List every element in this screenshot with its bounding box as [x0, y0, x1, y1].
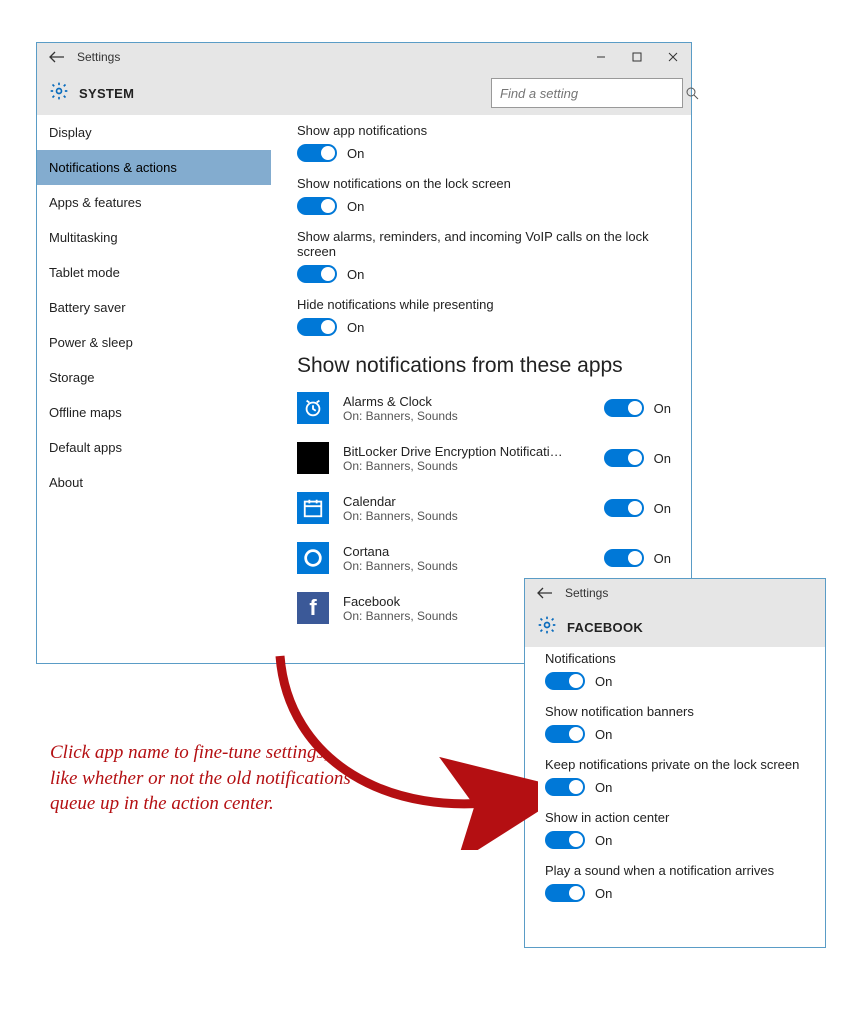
setting-row: Show notifications on the lock screen On — [297, 176, 671, 215]
cortana-icon — [297, 542, 329, 574]
toggle-switch[interactable] — [545, 831, 585, 849]
titlebar-title: Settings — [565, 586, 608, 600]
sidebar-item[interactable]: Tablet mode — [37, 255, 271, 290]
app-row[interactable]: Calendar On: Banners, Sounds On — [297, 492, 671, 524]
toggle-state: On — [347, 146, 364, 161]
setting-label: Keep notifications private on the lock s… — [545, 757, 805, 772]
app-subtitle: On: Banners, Sounds — [343, 559, 590, 573]
header-bar: FACEBOOK — [525, 607, 825, 647]
bitlocker-icon — [297, 442, 329, 474]
toggle-switch[interactable] — [604, 549, 644, 567]
toggle-state: On — [347, 320, 364, 335]
toggle-state: On — [654, 501, 671, 516]
page-title: SYSTEM — [79, 86, 481, 101]
sidebar-item[interactable]: Default apps — [37, 430, 271, 465]
toggle-state: On — [595, 886, 612, 901]
settings-window-detail: Settings FACEBOOK Notifications On Show … — [524, 578, 826, 948]
close-button[interactable] — [655, 43, 691, 71]
setting-label: Show notifications on the lock screen — [297, 176, 671, 191]
alarms-icon — [297, 392, 329, 424]
sidebar-item[interactable]: Offline maps — [37, 395, 271, 430]
sidebar-item[interactable]: Power & sleep — [37, 325, 271, 360]
app-row[interactable]: Cortana On: Banners, Sounds On — [297, 542, 671, 574]
toggle-switch[interactable] — [545, 884, 585, 902]
app-name: Alarms & Clock — [343, 394, 563, 409]
app-subtitle: On: Banners, Sounds — [343, 509, 590, 523]
app-subtitle: On: Banners, Sounds — [343, 409, 590, 423]
titlebar: Settings — [525, 579, 825, 607]
setting-row: Play a sound when a notification arrives… — [545, 863, 805, 902]
toggle-switch[interactable] — [297, 197, 337, 215]
toggle-state: On — [347, 199, 364, 214]
toggle-switch[interactable] — [604, 499, 644, 517]
toggle-switch[interactable] — [604, 449, 644, 467]
sidebar-item[interactable]: Display — [37, 115, 271, 150]
app-subtitle: On: Banners, Sounds — [343, 459, 590, 473]
annotation-text: Click app name to fine-tune settings, li… — [50, 740, 360, 817]
gear-icon — [49, 81, 69, 106]
titlebar: Settings — [37, 43, 691, 71]
toggle-state: On — [347, 267, 364, 282]
toggle-state: On — [595, 833, 612, 848]
maximize-button[interactable] — [619, 43, 655, 71]
toggle-state: On — [595, 727, 612, 742]
settings-window-main: Settings SYSTEM DisplayNotifications & — [36, 42, 692, 664]
toggle-state: On — [654, 401, 671, 416]
app-name: Cortana — [343, 544, 563, 559]
toggle-state: On — [595, 674, 612, 689]
gear-icon — [537, 615, 557, 640]
app-name: Calendar — [343, 494, 563, 509]
search-box[interactable] — [491, 78, 683, 108]
setting-row: Show in action center On — [545, 810, 805, 849]
sidebar: DisplayNotifications & actionsApps & fea… — [37, 115, 271, 663]
toggle-state: On — [595, 780, 612, 795]
section-title: Show notifications from these apps — [297, 354, 671, 378]
page-title: FACEBOOK — [567, 620, 817, 635]
toggle-switch[interactable] — [297, 144, 337, 162]
setting-row: Hide notifications while presenting On — [297, 297, 671, 336]
sidebar-item[interactable]: Storage — [37, 360, 271, 395]
back-button[interactable] — [525, 579, 565, 607]
sidebar-item[interactable]: About — [37, 465, 271, 500]
setting-label: Show app notifications — [297, 123, 671, 138]
app-row[interactable]: Alarms & Clock On: Banners, Sounds On — [297, 392, 671, 424]
setting-label: Hide notifications while presenting — [297, 297, 671, 312]
sidebar-item[interactable]: Apps & features — [37, 185, 271, 220]
toggle-switch[interactable] — [297, 265, 337, 283]
calendar-icon — [297, 492, 329, 524]
setting-row: Keep notifications private on the lock s… — [545, 757, 805, 796]
header-bar: SYSTEM — [37, 71, 691, 115]
search-input[interactable] — [492, 86, 686, 101]
minimize-button[interactable] — [583, 43, 619, 71]
setting-label: Show notification banners — [545, 704, 805, 719]
titlebar-title: Settings — [77, 50, 120, 64]
facebook-icon: f — [297, 592, 329, 624]
toggle-switch[interactable] — [604, 399, 644, 417]
sidebar-item[interactable]: Multitasking — [37, 220, 271, 255]
setting-row: Show alarms, reminders, and incoming VoI… — [297, 229, 671, 283]
sidebar-item[interactable]: Notifications & actions — [37, 150, 271, 185]
setting-label: Play a sound when a notification arrives — [545, 863, 805, 878]
setting-label: Show alarms, reminders, and incoming VoI… — [297, 229, 671, 259]
setting-row: Notifications On — [545, 651, 805, 690]
app-name: BitLocker Drive Encryption Notification … — [343, 444, 563, 459]
toggle-switch[interactable] — [545, 672, 585, 690]
app-row[interactable]: BitLocker Drive Encryption Notification … — [297, 442, 671, 474]
setting-label: Notifications — [545, 651, 805, 666]
back-button[interactable] — [37, 43, 77, 71]
toggle-state: On — [654, 551, 671, 566]
toggle-state: On — [654, 451, 671, 466]
toggle-switch[interactable] — [545, 778, 585, 796]
setting-row: Show app notifications On — [297, 123, 671, 162]
toggle-switch[interactable] — [297, 318, 337, 336]
toggle-switch[interactable] — [545, 725, 585, 743]
setting-label: Show in action center — [545, 810, 805, 825]
setting-row: Show notification banners On — [545, 704, 805, 743]
sidebar-item[interactable]: Battery saver — [37, 290, 271, 325]
search-icon — [686, 87, 699, 100]
